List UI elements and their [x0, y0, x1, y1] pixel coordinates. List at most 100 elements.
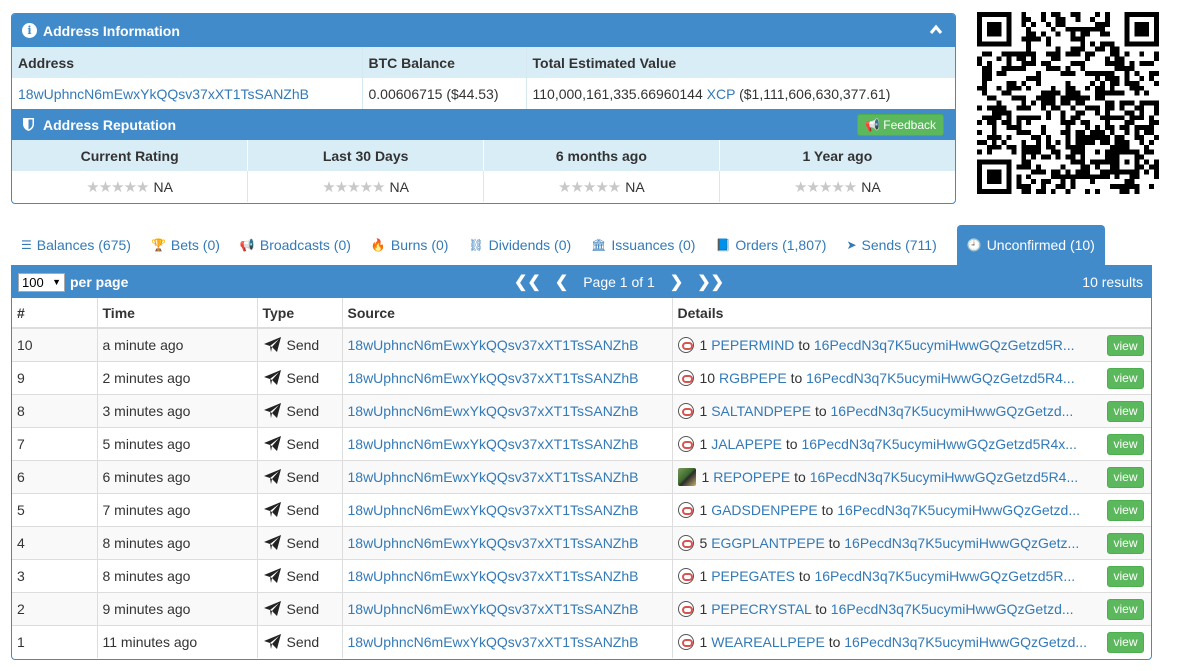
paper-plane-icon	[263, 601, 281, 616]
source-address-link[interactable]: 18wUphncN6mEwxYkQQsv37xXT1TsSANZhB	[348, 370, 639, 386]
source-address-link[interactable]: 18wUphncN6mEwxYkQQsv37xXT1TsSANZhB	[348, 601, 639, 617]
bullhorn-icon: 📢	[239, 238, 255, 252]
table-row: 2 9 minutes ago Send 18wUphncN6mEwxYkQQs…	[12, 591, 1151, 625]
row-number: 1	[12, 624, 98, 658]
destination-link[interactable]: 16PecdN3q7K5ucymiHwwGQzGetz...	[844, 535, 1079, 551]
to-label: to	[828, 634, 841, 651]
asset-link[interactable]: EGGPLANTPEPE	[711, 535, 825, 551]
asset-quantity: 1	[699, 601, 708, 618]
total-value-cell: 110,000,161,335.66960144 XCP ($1,111,606…	[526, 78, 955, 109]
row-time: 5 minutes ago	[97, 426, 258, 460]
btc-balance-header: BTC Balance	[362, 47, 527, 78]
destination-link[interactable]: 16PecdN3q7K5ucymiHwwGQzGetzd...	[844, 634, 1087, 650]
source-address-link[interactable]: 18wUphncN6mEwxYkQQsv37xXT1TsSANZhB	[348, 502, 639, 518]
shield-icon	[23, 118, 34, 131]
row-source: 18wUphncN6mEwxYkQQsv37xXT1TsSANZhB	[342, 591, 673, 625]
destination-link[interactable]: 16PecdN3q7K5ucymiHwwGQzGetzd...	[831, 403, 1074, 419]
source-address-link[interactable]: 18wUphncN6mEwxYkQQsv37xXT1TsSANZhB	[348, 634, 639, 650]
view-button[interactable]: view	[1107, 598, 1144, 620]
tab-sends[interactable]: ➤ Sends (711)	[836, 225, 946, 265]
view-button[interactable]: view	[1107, 499, 1144, 521]
col-header-time[interactable]: Time	[97, 298, 258, 329]
asset-link[interactable]: GADSDENPEPE	[711, 502, 818, 518]
view-button[interactable]: view	[1107, 631, 1144, 653]
tab-issuances[interactable]: 🏛 Issuances (0)	[581, 225, 705, 265]
table-toolbar: 100 ▼ per page ❮❮ ❮ Page 1 of 1 ❯ ❯❯ 10 …	[12, 266, 1151, 298]
destination-link[interactable]: 16PecdN3q7K5ucymiHwwGQzGetzd5R...	[814, 568, 1075, 584]
asset-link[interactable]: PEPERMIND	[711, 337, 794, 353]
first-page-icon[interactable]: ❮❮	[507, 272, 548, 292]
destination-link[interactable]: 16PecdN3q7K5ucymiHwwGQzGetzd5R4...	[810, 469, 1078, 485]
type-label: Send	[286, 370, 320, 386]
destination-link[interactable]: 16PecdN3q7K5ucymiHwwGQzGetzd5R...	[814, 337, 1075, 353]
source-address-link[interactable]: 18wUphncN6mEwxYkQQsv37xXT1TsSANZhB	[348, 568, 639, 584]
view-button[interactable]: view	[1107, 335, 1144, 356]
next-page-icon[interactable]: ❯	[663, 272, 690, 292]
chevron-up-icon[interactable]	[929, 23, 943, 37]
row-type: Send	[257, 360, 343, 394]
col-header-source[interactable]: Source	[342, 298, 673, 329]
row-source: 18wUphncN6mEwxYkQQsv37xXT1TsSANZhB	[342, 360, 673, 394]
tab-bets[interactable]: 🏆 Bets (0)	[141, 225, 230, 265]
row-type: Send	[257, 525, 343, 559]
row-details: 1 SALTANDPEPE to 16PecdN3q7K5ucymiHwwGQz…	[672, 393, 1151, 427]
last-page-icon[interactable]: ❯❯	[690, 272, 731, 292]
tab-dividends[interactable]: ⛓ Dividends (0)	[458, 225, 581, 265]
asset-link[interactable]: PEPEGATES	[711, 568, 795, 584]
view-button[interactable]: view	[1107, 400, 1144, 422]
destination-link[interactable]: 16PecdN3q7K5ucymiHwwGQzGetzd...	[831, 601, 1074, 617]
one-year-cell: ★★★★★ NA	[719, 171, 955, 202]
source-address-link[interactable]: 18wUphncN6mEwxYkQQsv37xXT1TsSANZhB	[348, 337, 639, 353]
col-header-num[interactable]: #	[12, 298, 98, 329]
address-link[interactable]: 18wUphncN6mEwxYkQQsv37xXT1TsSANZhB	[18, 86, 309, 102]
tab-orders[interactable]: 📘 Orders (1,807)	[705, 225, 836, 265]
destination-link[interactable]: 16PecdN3q7K5ucymiHwwGQzGetzd5R4x...	[801, 436, 1076, 452]
source-address-link[interactable]: 18wUphncN6mEwxYkQQsv37xXT1TsSANZhB	[348, 535, 639, 551]
tab-unconfirmed[interactable]: 🕘 Unconfirmed (10)	[956, 225, 1105, 265]
feedback-button[interactable]: 📢 Feedback	[857, 114, 944, 136]
results-count: 10 results	[1082, 274, 1143, 290]
tab-burns[interactable]: 🔥 Burns (0)	[361, 225, 459, 265]
asset-link[interactable]: WEAREALLPEPE	[711, 634, 825, 650]
page-indicator: Page 1 of 1	[583, 274, 655, 290]
asset-link[interactable]: SALTANDPEPE	[711, 403, 811, 419]
current-rating-cell: ★★★★★ NA	[12, 171, 249, 202]
tab-balances[interactable]: ☰ Balances (675)	[11, 225, 141, 265]
xcp-link[interactable]: XCP	[707, 86, 736, 102]
tab-broadcasts[interactable]: 📢 Broadcasts (0)	[230, 225, 361, 265]
paper-plane-icon	[263, 403, 281, 418]
row-details: 1 WEAREALLPEPE to 16PecdN3q7K5ucymiHwwGQ…	[672, 624, 1151, 658]
view-button[interactable]: view	[1107, 433, 1144, 455]
address-info-panel: i Address Information Address BTC Balanc…	[11, 13, 956, 204]
asset-link[interactable]: PEPECRYSTAL	[711, 601, 811, 617]
type-label: Send	[286, 403, 320, 419]
paper-plane-icon	[263, 502, 281, 517]
details-text: 1 JALAPEPE to 16PecdN3q7K5ucymiHwwGQzGet…	[677, 436, 1077, 453]
source-address-link[interactable]: 18wUphncN6mEwxYkQQsv37xXT1TsSANZhB	[348, 469, 639, 485]
asset-link[interactable]: REPOPEPE	[713, 469, 790, 485]
view-button[interactable]: view	[1107, 565, 1144, 587]
source-address-link[interactable]: 18wUphncN6mEwxYkQQsv37xXT1TsSANZhB	[348, 403, 639, 419]
col-header-details[interactable]: Details	[672, 298, 1151, 329]
col-header-type[interactable]: Type	[257, 298, 343, 329]
destination-link[interactable]: 16PecdN3q7K5ucymiHwwGQzGetzd...	[837, 502, 1080, 518]
asset-link[interactable]: RGBPEPE	[719, 370, 787, 386]
row-number: 3	[12, 558, 98, 592]
view-button[interactable]: view	[1107, 466, 1144, 488]
asset-quantity: 5	[699, 535, 708, 552]
destination-link[interactable]: 16PecdN3q7K5ucymiHwwGQzGetzd5R4...	[806, 370, 1074, 386]
row-number: 8	[12, 393, 98, 427]
address-info-header[interactable]: i Address Information	[12, 14, 955, 47]
per-page-select[interactable]: 100 ▼	[18, 272, 65, 292]
source-address-link[interactable]: 18wUphncN6mEwxYkQQsv37xXT1TsSANZhB	[348, 436, 639, 452]
asset-quantity: 1	[701, 468, 710, 485]
clock-icon: 🕘	[966, 238, 982, 252]
view-button[interactable]: view	[1107, 532, 1144, 554]
asset-link[interactable]: JALAPEPE	[711, 436, 782, 452]
row-details: 10 RGBPEPE to 16PecdN3q7K5ucymiHwwGQzGet…	[672, 360, 1151, 394]
row-details: 1 PEPEGATES to 16PecdN3q7K5ucymiHwwGQzGe…	[672, 558, 1151, 592]
star-rating-icon[interactable]: ★★★★★	[86, 179, 149, 196]
type-label: Send	[286, 568, 320, 584]
prev-page-icon[interactable]: ❮	[548, 272, 575, 292]
view-button[interactable]: view	[1107, 367, 1144, 389]
